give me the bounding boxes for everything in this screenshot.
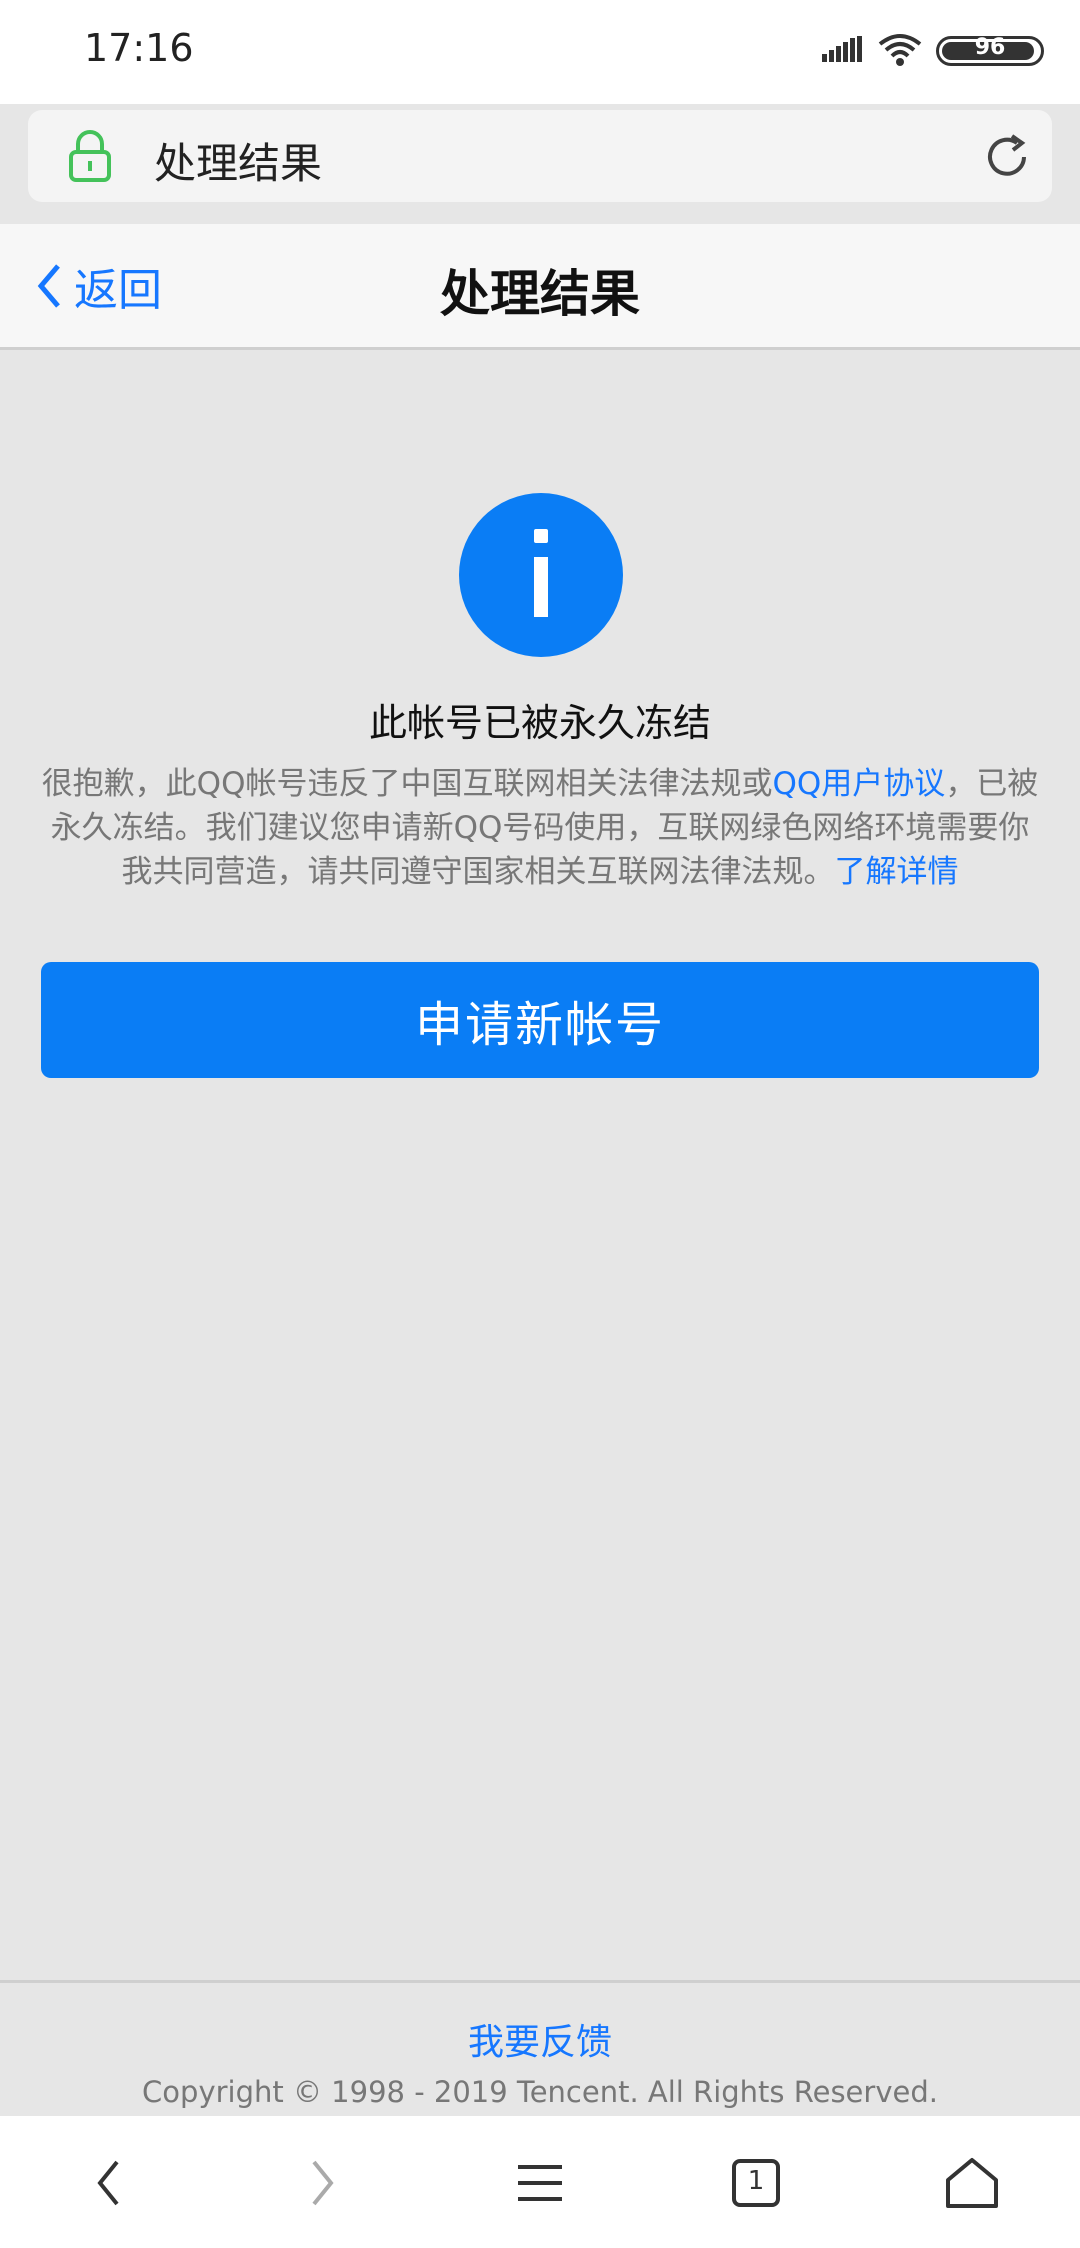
battery-icon: 96 — [936, 35, 1044, 66]
apply-new-account-button[interactable]: 申请新帐号 — [41, 962, 1039, 1078]
browser-menu-button[interactable] — [500, 2148, 580, 2218]
address-title: 处理结果 — [154, 139, 323, 188]
browser-home-button[interactable] — [932, 2148, 1012, 2218]
learn-more-link[interactable]: 了解详情 — [835, 854, 959, 890]
battery-percent: 96 — [974, 35, 1006, 60]
browser-forward-button[interactable] — [283, 2148, 363, 2218]
page-title: 处理结果 — [440, 265, 640, 323]
info-icon-bar — [534, 557, 548, 617]
back-arrow-icon — [97, 2160, 119, 2206]
message-title: 此帐号已被永久冻结 — [368, 701, 711, 745]
browser-bottom-bar: 1 — [0, 2116, 1080, 2248]
wifi-icon — [878, 34, 922, 66]
nav-bar: 返回 处理结果 — [0, 224, 1080, 350]
copyright-text: Copyright © 1998 - 2019 Tencent. All Rig… — [142, 2075, 938, 2109]
lock-icon — [69, 130, 111, 182]
address-bar[interactable]: 处理结果 — [28, 110, 1052, 202]
forward-arrow-icon — [312, 2160, 334, 2206]
menu-icon — [518, 2165, 562, 2201]
feedback-link[interactable]: 我要反馈 — [0, 2013, 1080, 2065]
home-icon — [946, 2158, 998, 2208]
footer: 我要反馈 Copyright © 1998 - 2019 Tencent. Al… — [0, 1980, 1080, 2116]
tab-count: 1 — [747, 2166, 765, 2196]
main-content: 此帐号已被永久冻结 很抱歉，此QQ帐号违反了中国互联网相关法律法规或QQ用户协议… — [0, 350, 1080, 1980]
signal-icon — [822, 36, 862, 62]
browser-back-button[interactable] — [68, 2148, 148, 2218]
tabs-icon: 1 — [731, 2158, 781, 2208]
info-icon-dot — [534, 529, 548, 543]
reload-icon[interactable] — [982, 132, 1032, 182]
message-body: 很抱歉，此QQ帐号违反了中国互联网相关法律法规或QQ用户协议，已被永久冻结。我们… — [38, 762, 1042, 894]
browser-tabs-button[interactable]: 1 — [716, 2148, 796, 2218]
user-agreement-link[interactable]: QQ用户协议 — [773, 766, 946, 802]
status-bar: 17:16 96 — [0, 0, 1080, 104]
info-icon — [459, 493, 623, 657]
status-time: 17:16 — [84, 26, 194, 70]
message-text-1: 很抱歉，此QQ帐号违反了中国互联网相关法律法规或 — [41, 766, 773, 802]
